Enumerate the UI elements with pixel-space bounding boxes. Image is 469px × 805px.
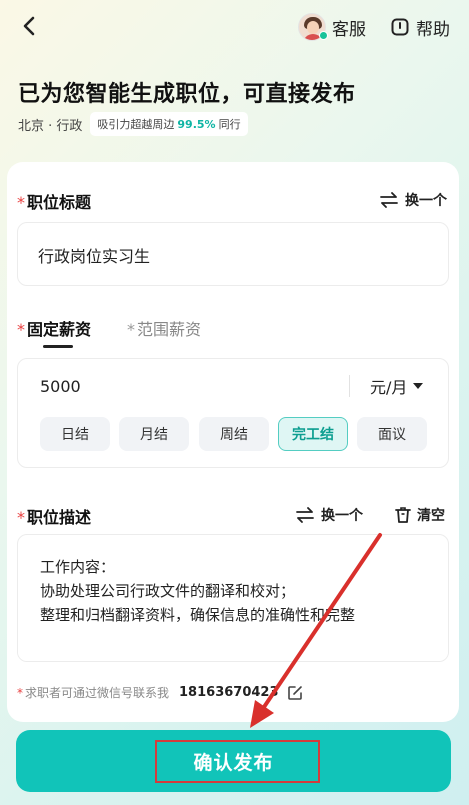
contact-label: 求职者可通过微信号联系我 (25, 686, 170, 700)
salary-unit-value: 元/月 (370, 378, 408, 397)
settlement-option-weekly[interactable]: 周结 (199, 417, 269, 451)
salary-panel: 5000 元/月 日结 月结 周结 完工结 面议 (17, 358, 449, 468)
salary-amount-input[interactable]: 5000 (40, 377, 81, 396)
job-description-label: 职位描述 (27, 508, 92, 527)
annotation-highlight-box (155, 740, 320, 783)
job-description-heading: * 职位描述 (17, 504, 91, 528)
swap-icon (380, 192, 398, 208)
tab-fixed-salary-label: 固定薪资 (27, 320, 92, 339)
online-status-dot (319, 31, 328, 40)
required-mark: * (17, 193, 25, 212)
attractiveness-percent: 99.5% (177, 117, 216, 131)
tab-range-salary-label: 范围薪资 (137, 320, 202, 339)
active-tab-indicator (43, 345, 73, 348)
divider (349, 375, 350, 397)
required-mark: * (17, 508, 25, 527)
refresh-description-button[interactable]: 换一个 (295, 505, 363, 525)
help-icon (391, 18, 409, 36)
job-form-card: * 职位标题 换一个 行政岗位实习生 * 固定薪资 * 范围薪资 5000 元/月 日… (7, 162, 459, 722)
tab-range-salary[interactable]: * 范围薪资 (127, 316, 201, 340)
back-button[interactable] (16, 12, 44, 40)
clear-description-button[interactable]: 清空 (395, 505, 445, 525)
refresh-title-button[interactable]: 换一个 (379, 190, 447, 210)
job-description-textarea[interactable]: 工作内容： 协助处理公司行政文件的翻译和校对； 整理和归档翻译资料，确保信息的准… (17, 534, 449, 662)
settlement-option-negotiable[interactable]: 面议 (357, 417, 427, 451)
swap-icon (296, 507, 314, 523)
job-meta: 北京 · 行政 吸引力超越周边 99.5% 同行 (18, 112, 248, 136)
help-label: 帮助 (416, 19, 450, 40)
required-mark: * (17, 320, 25, 339)
help-button[interactable]: 帮助 (390, 14, 450, 40)
refresh-description-label: 换一个 (321, 508, 363, 524)
page-title: 已为您智能生成职位，可直接发布 (18, 82, 356, 107)
chevron-left-icon (23, 16, 35, 36)
edit-icon[interactable] (287, 685, 303, 701)
settlement-option-monthly[interactable]: 月结 (119, 417, 189, 451)
refresh-title-label: 换一个 (405, 193, 447, 209)
trash-icon (395, 507, 411, 523)
required-mark: * (17, 685, 23, 700)
settlement-option-daily[interactable]: 日结 (40, 417, 110, 451)
attractiveness-suffix: 同行 (218, 118, 241, 131)
caret-down-icon (413, 383, 424, 389)
job-title-heading: * 职位标题 (17, 189, 91, 213)
location-category: 北京 · 行政 (18, 118, 83, 134)
attractiveness-prefix: 吸引力超越周边 (97, 118, 175, 131)
job-description-text: 工作内容： 协助处理公司行政文件的翻译和校对； 整理和归档翻译资料，确保信息的准… (40, 558, 356, 624)
top-bar: 客服 帮助 (0, 0, 469, 55)
tab-fixed-salary[interactable]: * 固定薪资 (17, 316, 91, 340)
settlement-option-on-completion[interactable]: 完工结 (278, 417, 348, 451)
job-title-input[interactable]: 行政岗位实习生 (17, 222, 449, 286)
attractiveness-badge: 吸引力超越周边 99.5% 同行 (90, 112, 248, 136)
required-mark: * (127, 320, 135, 339)
customer-service-label: 客服 (332, 19, 366, 40)
contact-phone: 18163670423 (179, 685, 279, 700)
customer-service-button[interactable]: 客服 (298, 12, 366, 42)
salary-unit-select[interactable]: 元/月 (370, 374, 424, 398)
text-fade (18, 631, 448, 661)
job-title-label: 职位标题 (27, 193, 92, 212)
clear-description-label: 清空 (417, 508, 445, 524)
contact-row: * 求职者可通过微信号联系我 18163670423 (17, 684, 303, 701)
